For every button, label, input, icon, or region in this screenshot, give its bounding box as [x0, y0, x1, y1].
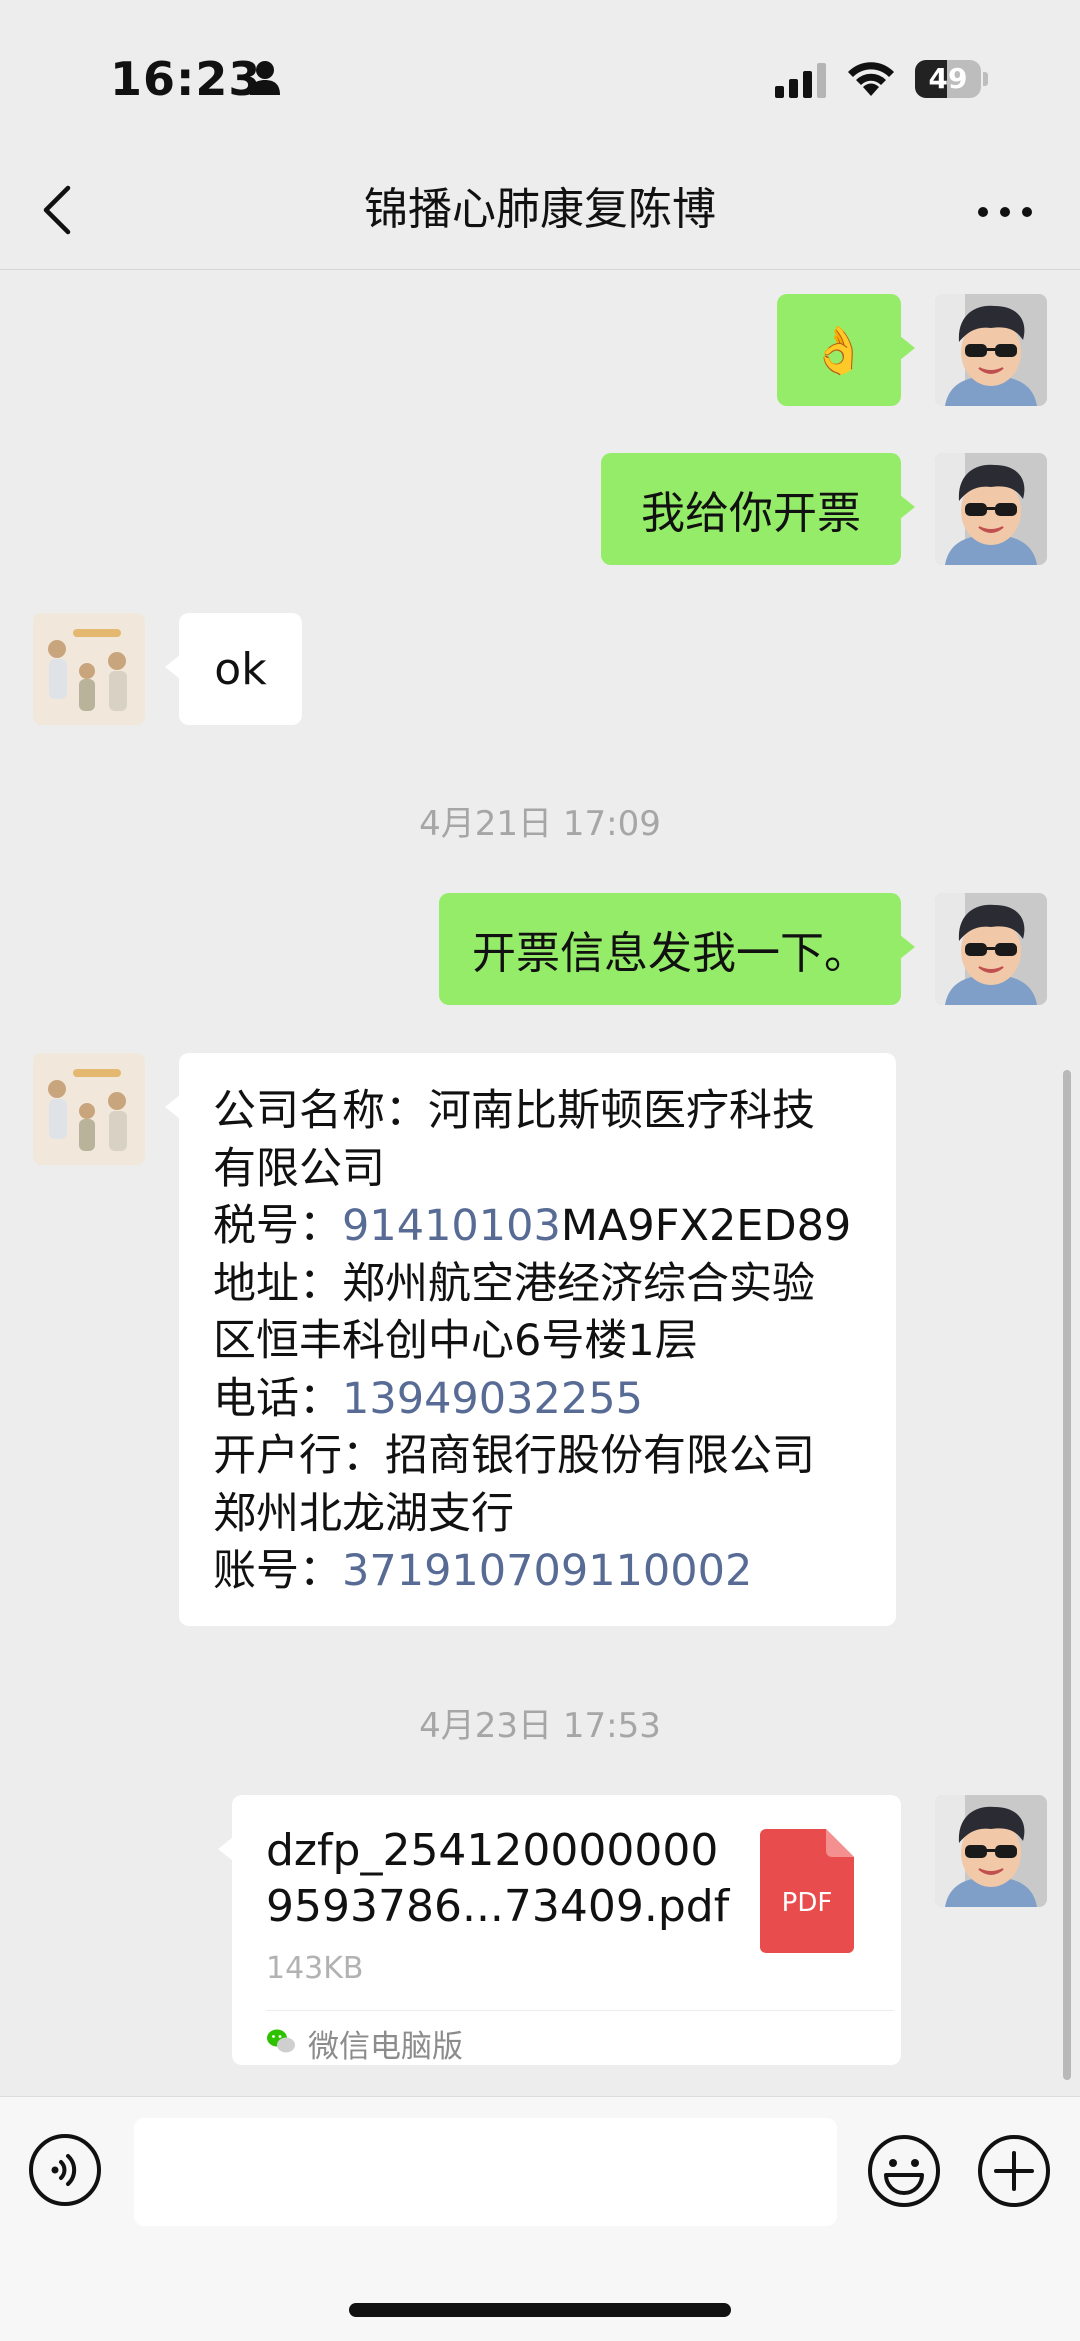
plus-icon	[978, 2135, 1050, 2207]
emoji-icon	[868, 2135, 940, 2207]
my-avatar[interactable]	[935, 1795, 1047, 1907]
message-text: ok	[214, 643, 267, 695]
contact-avatar[interactable]	[33, 613, 145, 725]
status-bar: 16:23 49	[0, 0, 1080, 150]
file-divider	[266, 2010, 894, 2011]
voice-button[interactable]	[28, 2133, 102, 2207]
more-button[interactable]	[970, 180, 1040, 240]
message-timestamp: 4月23日 17:53	[419, 1706, 661, 1746]
chat-screen: 16:23 49 锦播心肺康复陈博 👌 我给你开票 ok 4月21日 17:09…	[0, 0, 1080, 2341]
battery-level: 49	[928, 62, 968, 95]
back-button[interactable]	[30, 180, 90, 240]
message-timestamp: 4月21日 17:09	[419, 804, 661, 844]
company-line-cont: 有限公司	[213, 1143, 385, 1194]
message-bubble-received[interactable]: ok	[165, 613, 302, 725]
message-bubble-sent[interactable]: 我给你开票	[601, 453, 915, 565]
account-link[interactable]: 371910709110002	[342, 1546, 752, 1596]
contact-avatar[interactable]	[33, 1053, 145, 1165]
more-functions-button[interactable]	[976, 2133, 1052, 2209]
file-name: dzfp_254120000000 9593786...73409.pdf	[266, 1825, 730, 1932]
tax-number-link[interactable]: 91410103	[342, 1201, 561, 1251]
my-avatar[interactable]	[935, 893, 1047, 1005]
file-message-card[interactable]: dzfp_254120000000 9593786...73409.pdf 14…	[218, 1795, 901, 2065]
emoji-button[interactable]	[866, 2133, 942, 2209]
voice-icon	[51, 2154, 77, 2186]
message-text: 开票信息发我一下。	[472, 928, 868, 979]
message-bubble-sent[interactable]: 开票信息发我一下。	[439, 893, 915, 1005]
account-line: 账号：371910709110002	[213, 1546, 753, 1596]
invoice-info-text: 公司名称：河南比斯顿医疗科技 有限公司 税号：91410103MA9FX2ED8…	[213, 1083, 873, 1601]
file-source: 微信电脑版	[308, 2029, 463, 2065]
pdf-label: PDF	[782, 1888, 833, 1918]
scrollbar[interactable]	[1063, 1070, 1071, 2080]
bank-line-cont: 郑州北龙湖支行	[213, 1488, 514, 1539]
chat-title: 锦播心肺康复陈博	[364, 184, 716, 235]
bank-line: 开户行：招商银行股份有限公司	[213, 1431, 815, 1481]
more-dots-icon	[978, 207, 988, 217]
my-avatar[interactable]	[935, 294, 1047, 406]
person-icon	[250, 61, 280, 95]
battery-icon: 49	[915, 60, 989, 98]
message-bubble-sent[interactable]: 👌	[777, 294, 915, 406]
file-size: 143KB	[266, 1951, 364, 1986]
wechat-icon	[267, 2029, 295, 2053]
phone-line: 电话：13949032255	[213, 1373, 643, 1424]
address-line-cont: 区恒丰科创中心6号楼1层	[213, 1316, 698, 1366]
pdf-file-icon: PDF	[760, 1829, 854, 1953]
status-time: 16:23	[110, 52, 262, 106]
my-avatar[interactable]	[935, 453, 1047, 565]
chat-header: 锦播心肺康复陈博	[0, 150, 1080, 270]
phone-link[interactable]: 13949032255	[342, 1374, 643, 1424]
signal-icon	[775, 63, 826, 98]
tax-line: 税号：91410103MA9FX2ED89	[213, 1201, 852, 1251]
address-line: 地址：郑州航空港经济综合实验	[213, 1258, 815, 1309]
company-line: 公司名称：河南比斯顿医疗科技	[213, 1086, 815, 1136]
ok-hand-emoji: 👌	[810, 322, 868, 377]
wifi-icon	[848, 62, 894, 96]
message-input[interactable]	[134, 2118, 837, 2226]
home-indicator[interactable]	[349, 2303, 731, 2317]
invoice-info-bubble[interactable]: 公司名称：河南比斯顿医疗科技 有限公司 税号：91410103MA9FX2ED8…	[165, 1053, 896, 1626]
message-text: 我给你开票	[641, 488, 861, 539]
chevron-left-icon	[43, 185, 71, 235]
